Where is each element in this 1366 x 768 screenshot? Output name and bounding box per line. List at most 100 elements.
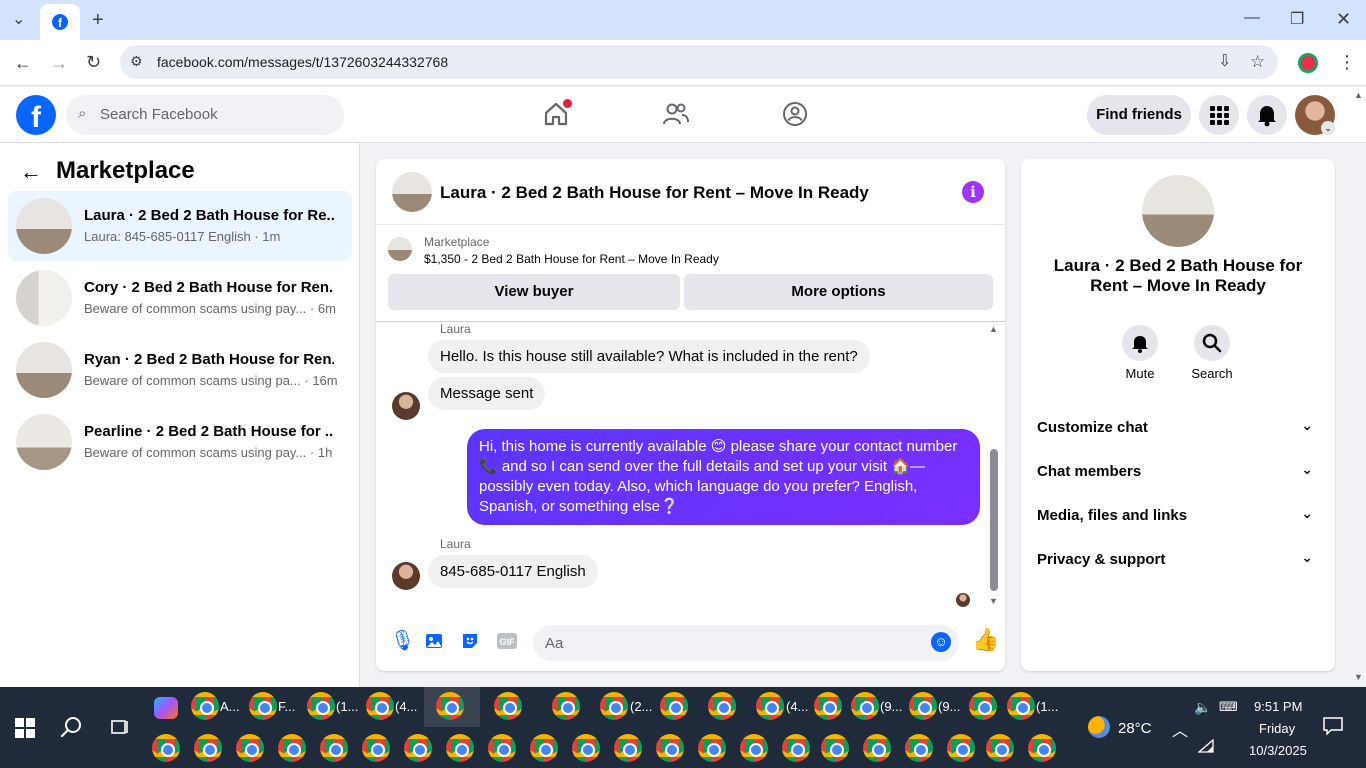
chrome-app-icon[interactable]: [488, 734, 516, 762]
task-view-icon[interactable]: [109, 717, 131, 742]
chrome-app-icon[interactable]: [436, 692, 464, 720]
network-icon[interactable]: [1197, 738, 1214, 758]
install-app-icon[interactable]: ⇩: [1218, 54, 1231, 70]
microphone-icon[interactable]: 🎙: [390, 631, 415, 651]
notification-center-icon[interactable]: [1323, 717, 1343, 740]
chrome-app-icon[interactable]: [600, 692, 628, 720]
home-icon[interactable]: [543, 99, 572, 127]
notifications-button[interactable]: [1247, 95, 1287, 135]
chrome-app-icon[interactable]: [698, 734, 726, 762]
listing-title[interactable]: $1,350 - 2 Bed 2 Bath House for Rent – M…: [424, 252, 719, 266]
chrome-app-icon[interactable]: [572, 734, 600, 762]
view-buyer-button[interactable]: View buyer: [388, 274, 680, 310]
browser-menu-icon[interactable]: ⋮: [1338, 53, 1356, 71]
conversation-item[interactable]: Pearline · 2 Bed 2 Bath House for ... Be…: [8, 407, 352, 477]
chrome-app-icon[interactable]: [740, 734, 768, 762]
chrome-app-icon[interactable]: [821, 734, 849, 762]
emoji-icon[interactable]: ☺: [931, 632, 951, 652]
forward-icon[interactable]: →: [50, 54, 68, 72]
chrome-app-icon[interactable]: [708, 692, 736, 720]
new-tab-icon[interactable]: +: [92, 10, 104, 30]
chrome-app-icon[interactable]: [191, 692, 219, 720]
windows-start-icon[interactable]: [15, 718, 35, 743]
chrome-app-icon[interactable]: [614, 734, 642, 762]
sticker-icon[interactable]: [460, 631, 480, 655]
chrome-app-icon[interactable]: [194, 734, 222, 762]
url-bar[interactable]: ⚙ facebook.com/messages/t/13726032443327…: [120, 45, 1278, 79]
more-options-button[interactable]: More options: [684, 274, 993, 310]
taskbar-search-icon[interactable]: [60, 715, 84, 744]
thumbs-up-icon[interactable]: 👍: [972, 629, 999, 651]
site-info-icon[interactable]: ⚙: [130, 54, 143, 68]
groups-icon[interactable]: [782, 101, 808, 132]
weather-temperature[interactable]: 28°C: [1118, 720, 1152, 737]
minimize-icon[interactable]: —: [1244, 10, 1260, 26]
chat-members-section[interactable]: Chat members ⌄: [1037, 451, 1319, 491]
chrome-app-icon[interactable]: [446, 734, 474, 762]
chrome-app-icon[interactable]: [969, 692, 997, 720]
profile-icon[interactable]: [1298, 53, 1318, 73]
message-input[interactable]: Aa ☺: [533, 625, 959, 661]
clock-time[interactable]: 9:51 PM: [1254, 699, 1302, 714]
chrome-app-icon[interactable]: [307, 692, 335, 720]
tab-facebook[interactable]: f: [40, 4, 80, 40]
chrome-app-icon[interactable]: [947, 734, 975, 762]
clock-day[interactable]: Friday: [1259, 721, 1295, 736]
chrome-app-icon[interactable]: [1007, 692, 1035, 720]
reload-icon[interactable]: ↻: [86, 53, 101, 71]
restore-icon[interactable]: ❐: [1290, 12, 1304, 28]
privacy-support-section[interactable]: Privacy & support ⌄: [1037, 539, 1319, 579]
show-hidden-icons-icon[interactable]: ︿: [1172, 717, 1188, 741]
weather-icon[interactable]: [1088, 716, 1110, 738]
page-scroll-up-icon[interactable]: ▲: [1354, 90, 1363, 100]
copilot-icon[interactable]: [154, 697, 178, 719]
media-files-links-section[interactable]: Media, files and links ⌄: [1037, 495, 1319, 535]
chrome-app-icon[interactable]: [660, 692, 688, 720]
conversation-item[interactable]: Ryan · 2 Bed 2 Bath House for Ren... Bew…: [8, 335, 352, 405]
search-input[interactable]: ⌕ Search Facebook: [66, 95, 344, 135]
page-scroll-down-icon[interactable]: ▼: [1354, 672, 1363, 682]
back-arrow-icon[interactable]: ←: [20, 159, 42, 185]
customize-chat-section[interactable]: Customize chat ⌄: [1037, 407, 1319, 447]
find-friends-button[interactable]: Find friends: [1087, 95, 1191, 135]
tab-search-icon[interactable]: ⌄: [12, 12, 25, 28]
message-thread[interactable]: Laura Hello. Is this house still availab…: [376, 321, 1005, 611]
gif-icon[interactable]: GIF: [496, 631, 518, 655]
chrome-app-icon[interactable]: [366, 692, 394, 720]
chrome-app-icon[interactable]: [851, 692, 879, 720]
chrome-app-icon[interactable]: [756, 692, 784, 720]
conversation-item[interactable]: Cory · 2 Bed 2 Bath House for Ren... Bew…: [8, 263, 352, 333]
scroll-down-icon[interactable]: ▼: [989, 596, 998, 606]
chrome-app-icon[interactable]: [782, 734, 810, 762]
friends-icon[interactable]: [663, 102, 689, 131]
chrome-app-icon[interactable]: [986, 734, 1014, 762]
photo-icon[interactable]: [424, 631, 444, 655]
scrollbar-thumb[interactable]: [990, 449, 998, 591]
close-window-icon[interactable]: ✕: [1336, 10, 1351, 28]
chrome-app-icon[interactable]: [909, 692, 937, 720]
chrome-app-icon[interactable]: [362, 734, 390, 762]
chrome-app-icon[interactable]: [278, 734, 306, 762]
chat-avatar[interactable]: [392, 172, 432, 212]
menu-grid-button[interactable]: [1199, 95, 1239, 135]
conversation-item[interactable]: Laura · 2 Bed 2 Bath House for Re... Lau…: [8, 191, 352, 261]
facebook-logo-icon[interactable]: f: [16, 95, 56, 135]
account-avatar[interactable]: ⌄: [1295, 95, 1335, 135]
chat-title[interactable]: Laura · 2 Bed 2 Bath House for Rent – Mo…: [440, 183, 869, 203]
chrome-app-icon[interactable]: [552, 692, 580, 720]
search-conversation-button[interactable]: Search: [1182, 325, 1242, 381]
language-icon[interactable]: ⌨: [1219, 699, 1238, 715]
chrome-app-icon[interactable]: [863, 734, 891, 762]
chrome-app-icon[interactable]: [404, 734, 432, 762]
mute-button[interactable]: Mute: [1110, 325, 1170, 381]
chrome-app-icon[interactable]: [494, 692, 522, 720]
bookmark-star-icon[interactable]: ☆: [1250, 53, 1265, 70]
volume-icon[interactable]: 🔈: [1194, 699, 1211, 716]
chrome-app-icon[interactable]: [656, 734, 684, 762]
chrome-app-icon[interactable]: [249, 692, 277, 720]
info-icon[interactable]: i: [962, 181, 984, 203]
chrome-app-icon[interactable]: [905, 734, 933, 762]
chrome-app-icon[interactable]: [320, 734, 348, 762]
chrome-app-icon[interactable]: [814, 692, 842, 720]
clock-date[interactable]: 10/3/2025: [1249, 743, 1307, 758]
